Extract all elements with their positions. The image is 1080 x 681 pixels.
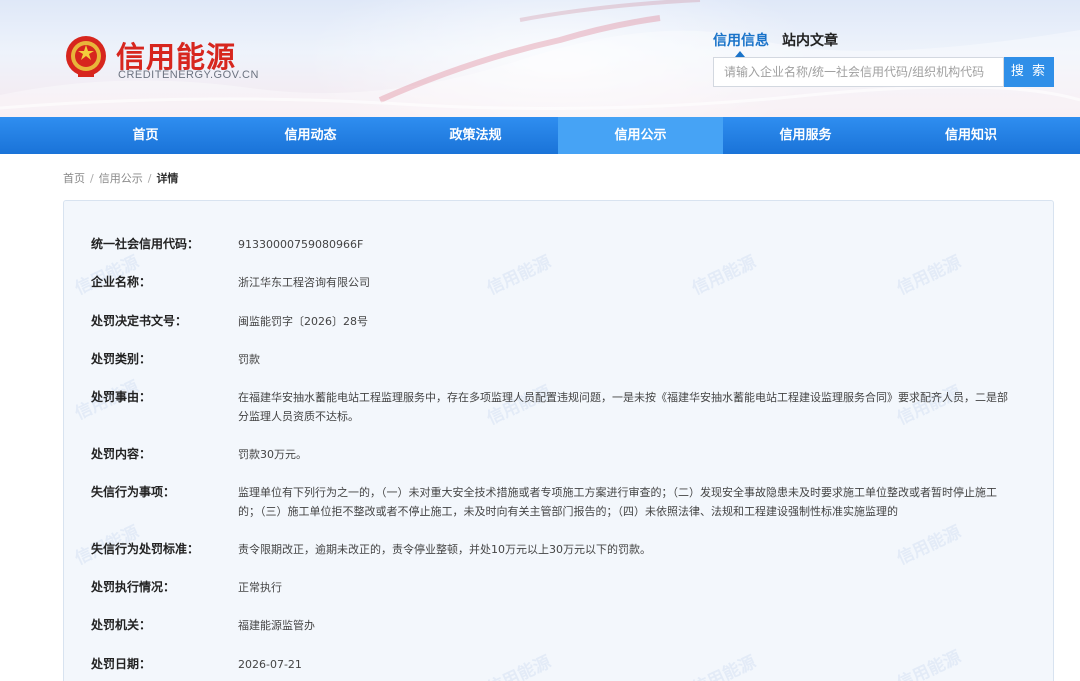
nav-item-policies[interactable]: 政策法规	[393, 117, 558, 154]
detail-value: 罚款	[238, 353, 260, 366]
detail-label: 统一社会信用代码：	[91, 237, 200, 251]
detail-value: 在福建华安抽水蓄能电站工程监理服务中，存在多项监理人员配置违规问题，一是未按《福…	[238, 391, 1008, 423]
detail-value: 责令限期改正，逾期未改正的，责令停业整顿，并处10万元以上30万元以下的罚款。	[238, 543, 651, 556]
detail-label: 处罚内容：	[91, 447, 152, 461]
detail-value: 福建能源监管办	[238, 619, 315, 632]
breadcrumb-current: 详情	[156, 172, 179, 185]
nav-item-credit-news[interactable]: 信用动态	[228, 117, 393, 154]
site-header: 信用能源 CREDITENERGY.GOV.CN 信用信息 站内文章 搜 索	[0, 0, 1080, 117]
national-emblem-icon	[66, 36, 106, 77]
breadcrumb-home[interactable]: 首页	[63, 172, 85, 185]
breadcrumb-separator: /	[90, 172, 94, 185]
detail-value: 闽监能罚字〔2026〕28号	[238, 315, 368, 328]
detail-value: 罚款30万元。	[238, 448, 307, 461]
detail-panel: 信用能源 信用能源 信用能源 信用能源 信用能源 信用能源 信用能源 信用能源 …	[63, 200, 1054, 681]
site-domain: CREDITENERGY.GOV.CN	[118, 69, 259, 81]
detail-label: 处罚事由：	[91, 390, 152, 404]
detail-value: 正常执行	[238, 581, 282, 594]
nav-item-credit-services[interactable]: 信用服务	[723, 117, 888, 154]
detail-value: 91330000759080966F	[238, 238, 364, 251]
detail-value: 监理单位有下列行为之一的，（一）未对重大安全技术措施或者专项施工方案进行审查的；…	[238, 486, 997, 518]
detail-label: 处罚机关：	[91, 618, 152, 632]
detail-value: 浙江华东工程咨询有限公司	[238, 276, 370, 289]
detail-value: 2026-07-21	[238, 658, 302, 671]
nav-item-credit-disclosure[interactable]: 信用公示	[558, 117, 723, 154]
breadcrumb: 首页 / 信用公示 / 详情	[63, 170, 178, 186]
tab-credit-info[interactable]: 信用信息	[713, 30, 769, 50]
nav-item-credit-knowledge[interactable]: 信用知识	[888, 117, 1054, 154]
nav-item-home[interactable]: 首页	[63, 117, 228, 154]
tab-site-articles[interactable]: 站内文章	[782, 30, 838, 50]
detail-label: 处罚日期：	[91, 657, 152, 671]
breadcrumb-credit-disclosure[interactable]: 信用公示	[99, 172, 143, 185]
search-button[interactable]: 搜 索	[1004, 57, 1054, 87]
detail-label: 失信行为事项：	[91, 485, 176, 499]
detail-label: 失信行为处罚标准：	[91, 542, 200, 556]
detail-label: 处罚类别：	[91, 352, 152, 366]
detail-label: 企业名称：	[91, 275, 152, 289]
detail-label: 处罚执行情况：	[91, 580, 176, 594]
main-nav: 首页 信用动态 政策法规 信用公示 信用服务 信用知识	[0, 117, 1080, 154]
breadcrumb-separator: /	[147, 172, 152, 185]
search-input[interactable]	[713, 57, 1004, 87]
detail-label: 处罚决定书文号：	[91, 314, 188, 328]
